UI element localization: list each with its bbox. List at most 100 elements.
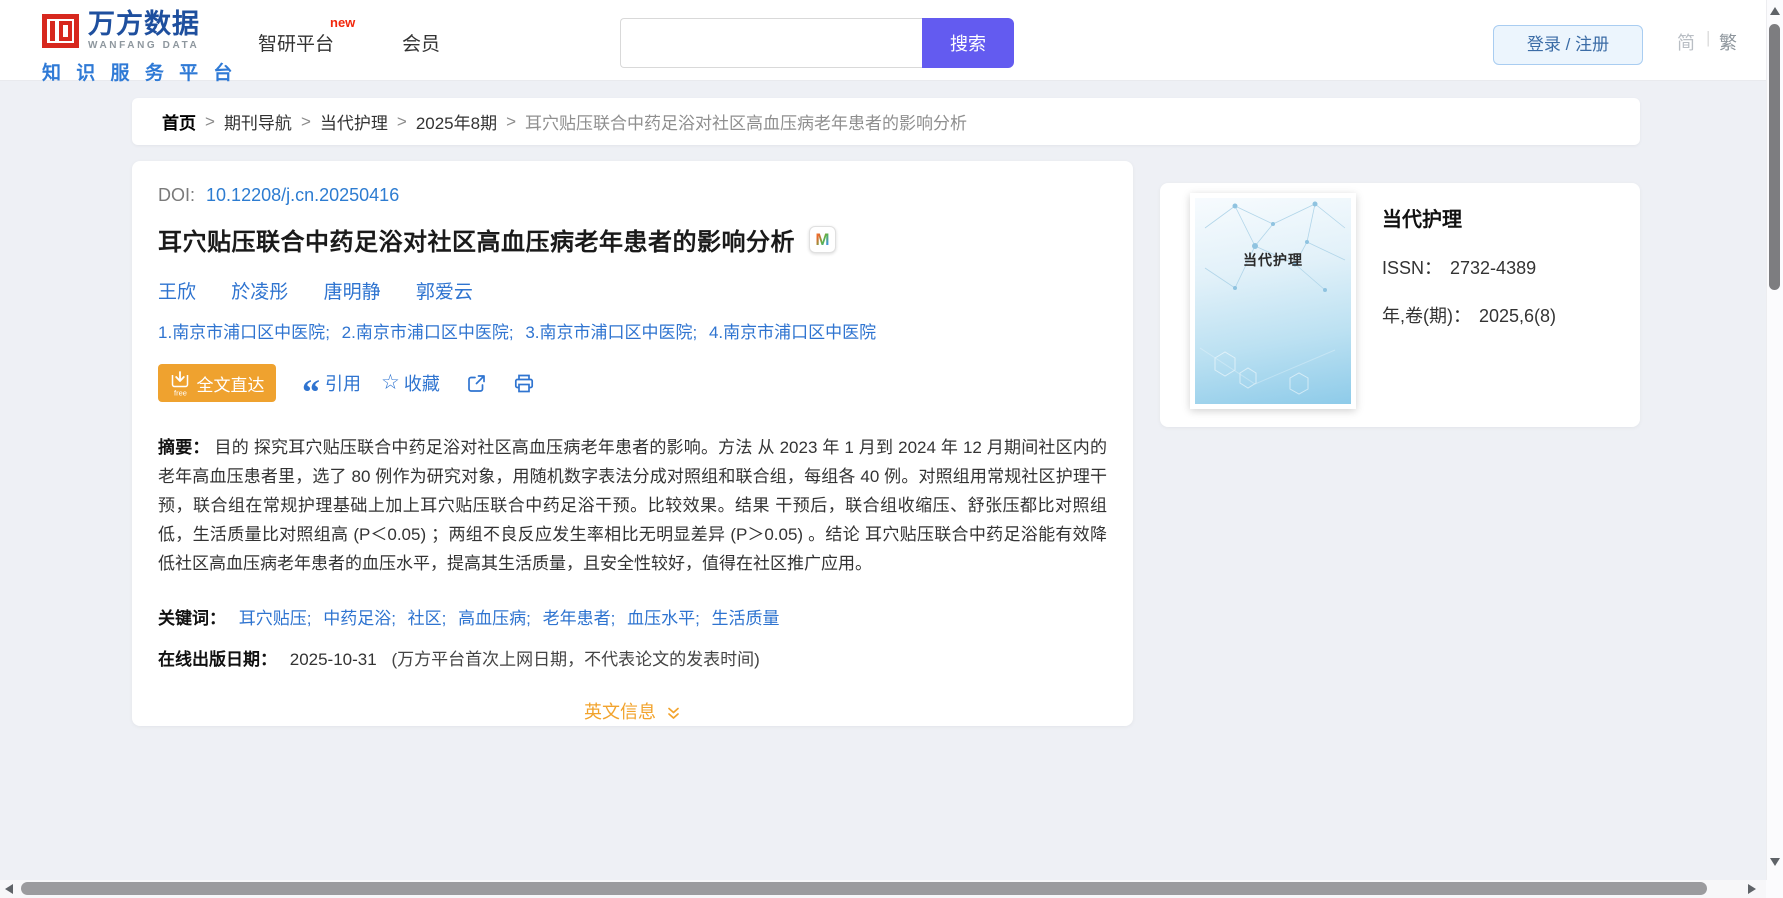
affiliation-separator: ; bbox=[508, 323, 514, 342]
keyword-separator: ; bbox=[306, 609, 312, 628]
journal-cover[interactable]: 当代护理 bbox=[1190, 193, 1356, 409]
affiliation-separator: ; bbox=[325, 323, 330, 342]
page: 万方数据 WANFANG DATA 知 识 服 务 平 台 智研平台 new 会… bbox=[0, 0, 1783, 898]
keyword-link[interactable]: 老年患者 bbox=[543, 609, 611, 628]
download-free-icon: free bbox=[171, 371, 188, 397]
double-chevron-down-icon bbox=[668, 707, 679, 719]
keyword-separator: ; bbox=[526, 609, 531, 628]
metrics-m-badge[interactable]: M bbox=[809, 226, 836, 253]
search-bar: 搜索 bbox=[620, 18, 1014, 68]
journal-card: 当代护理 当代护理 ISSN： 2732-4389 年,卷(期)： 2025,6(8… bbox=[1160, 183, 1640, 427]
keywords-label: 关键词： bbox=[158, 609, 226, 628]
journal-info: 当代护理 ISSN： 2732-4389 年,卷(期)： 2025,6(8) bbox=[1382, 203, 1556, 328]
logo-tagline: 知 识 服 务 平 台 bbox=[42, 63, 238, 84]
favorite-label: 收藏 bbox=[403, 374, 440, 394]
affiliation-number: 2. bbox=[341, 323, 356, 342]
abstract-label: 摘要： bbox=[158, 438, 210, 457]
scroll-down-arrow-icon[interactable] bbox=[1770, 858, 1780, 866]
nav-zhiyan-platform[interactable]: 智研平台 bbox=[258, 29, 334, 56]
fulltext-button[interactable]: free 全文直达 bbox=[158, 364, 276, 402]
scroll-up-arrow-icon[interactable] bbox=[1770, 7, 1780, 15]
abstract-text: 目的 探究耳穴贴压联合中药足浴对社区高血压病老年患者的影响。方法 从 2023 … bbox=[158, 438, 1107, 573]
m-badge-letter: M bbox=[815, 229, 830, 249]
affiliations-row: 1.南京市浦口区中医院; 2.南京市浦口区中医院; 3.南京市浦口区中医院; 4… bbox=[158, 318, 1107, 343]
breadcrumb-journal-nav[interactable]: 期刊导航 bbox=[224, 109, 292, 134]
affiliation-link[interactable]: 南京市浦口区中医院 bbox=[356, 323, 509, 342]
star-icon: ☆ bbox=[381, 370, 400, 394]
keyword-link[interactable]: 社区 bbox=[408, 609, 442, 628]
authors-row: 王欣 於凌彤 唐明静 郭爱云 bbox=[158, 277, 1107, 304]
scroll-right-arrow-icon[interactable] bbox=[1748, 883, 1756, 894]
lang-divider: | bbox=[1706, 28, 1711, 47]
keyword-separator: ; bbox=[441, 609, 447, 628]
action-row: free 全文直达 “ 引用 ☆ 收藏 bbox=[158, 363, 1107, 410]
breadcrumb-separator: > bbox=[396, 111, 407, 131]
author-link[interactable]: 郭爱云 bbox=[416, 282, 473, 303]
site-header: 万方数据 WANFANG DATA 知 识 服 务 平 台 智研平台 new 会… bbox=[0, 0, 1766, 84]
doi-link[interactable]: 10.12208/j.cn.20250416 bbox=[206, 185, 399, 205]
affiliation-link[interactable]: 南京市浦口区中医院 bbox=[172, 323, 325, 342]
keyword-separator: ; bbox=[391, 609, 396, 628]
new-badge: new bbox=[330, 15, 356, 30]
vertical-scrollbar-thumb[interactable] bbox=[1769, 24, 1780, 290]
breadcrumb-separator: > bbox=[205, 111, 215, 131]
breadcrumb-issue[interactable]: 2025年8期 bbox=[416, 109, 497, 134]
cite-label: 引用 bbox=[325, 374, 361, 394]
horizontal-scrollbar-thumb[interactable] bbox=[21, 882, 1707, 895]
english-info-link[interactable]: 英文信息 bbox=[158, 698, 1107, 724]
breadcrumb-journal[interactable]: 当代护理 bbox=[320, 109, 388, 134]
nav-member[interactable]: 会员 bbox=[402, 29, 440, 56]
share-button[interactable] bbox=[466, 373, 487, 394]
keyword-link[interactable]: 中药足浴 bbox=[323, 609, 391, 628]
journal-cover-art: 当代护理 bbox=[1195, 198, 1351, 404]
share-icon bbox=[467, 374, 485, 392]
english-info-label: 英文信息 bbox=[583, 702, 656, 722]
author-link[interactable]: 唐明静 bbox=[324, 282, 381, 303]
pubdate-note: (万方平台首次上网日期，不代表论文的发表时间) bbox=[391, 650, 760, 669]
journal-issn-row: ISSN： 2732-4389 bbox=[1382, 254, 1556, 280]
journal-name: 当代护理 bbox=[1382, 209, 1462, 231]
issn-value: 2732-4389 bbox=[1450, 258, 1537, 278]
affiliation-link[interactable]: 南京市浦口区中医院 bbox=[540, 323, 693, 342]
site-logo[interactable]: 万方数据 WANFANG DATA 知 识 服 务 平 台 bbox=[42, 11, 237, 85]
author-link[interactable]: 於凌彤 bbox=[231, 282, 288, 303]
affiliation-link[interactable]: 南京市浦口区中医院 bbox=[723, 323, 876, 342]
free-label: free bbox=[174, 389, 187, 397]
keyword-link[interactable]: 血压水平 bbox=[627, 609, 695, 628]
search-button[interactable]: 搜索 bbox=[922, 18, 1014, 68]
fulltext-label: 全文直达 bbox=[196, 375, 265, 395]
affiliation-number: 1. bbox=[158, 323, 173, 342]
lang-simplified-toggle[interactable]: 简 bbox=[1677, 29, 1695, 55]
scroll-left-arrow-icon[interactable] bbox=[5, 883, 13, 894]
breadcrumb-separator: > bbox=[506, 111, 517, 131]
doi-row: DOI: 10.12208/j.cn.20250416 bbox=[158, 185, 1107, 206]
logo-cn-text: 万方数据 bbox=[88, 9, 200, 39]
affiliation-number: 3. bbox=[525, 323, 540, 342]
article-title: 耳穴贴压联合中药足浴对社区高血压病老年患者的影响分析 bbox=[158, 229, 795, 256]
keyword-link[interactable]: 生活质量 bbox=[712, 609, 780, 628]
login-register-button[interactable]: 登录 / 注册 bbox=[1493, 25, 1643, 65]
cover-network-art bbox=[1199, 201, 1346, 395]
pubdate-value: 2025-10-31 bbox=[289, 650, 377, 669]
breadcrumb-current-article: 耳穴贴压联合中药足浴对社区高血压病老年患者的影响分析 bbox=[525, 114, 968, 133]
volume-value: 2025,6(8) bbox=[1479, 306, 1557, 326]
keyword-link[interactable]: 耳穴贴压 bbox=[239, 609, 307, 628]
journal-volume-row: 年,卷(期)： 2025,6(8) bbox=[1382, 302, 1556, 328]
issn-label: ISSN： bbox=[1382, 258, 1443, 278]
abstract-block: 摘要： 目的 探究耳穴贴压联合中药足浴对社区高血压病老年患者的影响。方法 从 2… bbox=[158, 433, 1107, 578]
print-button[interactable] bbox=[513, 373, 535, 394]
lang-traditional-toggle[interactable]: 繁 bbox=[1719, 29, 1737, 55]
article-card: DOI: 10.12208/j.cn.20250416 耳穴贴压联合中药足浴对社… bbox=[132, 161, 1133, 726]
keyword-link[interactable]: 高血压病 bbox=[458, 609, 526, 628]
breadcrumb-home[interactable]: 首页 bbox=[162, 109, 196, 134]
vertical-scrollbar[interactable] bbox=[1766, 0, 1783, 880]
breadcrumb-separator: > bbox=[300, 111, 311, 131]
keyword-separator: ; bbox=[695, 609, 700, 628]
wanfang-logo-icon bbox=[42, 14, 79, 48]
logo-en-text: WANFANG DATA bbox=[88, 40, 200, 51]
cite-button[interactable]: “ 引用 bbox=[302, 370, 361, 410]
favorite-button[interactable]: ☆ 收藏 bbox=[381, 370, 440, 396]
author-link[interactable]: 王欣 bbox=[158, 282, 196, 303]
horizontal-scrollbar[interactable] bbox=[0, 880, 1766, 898]
search-input[interactable] bbox=[620, 18, 922, 68]
